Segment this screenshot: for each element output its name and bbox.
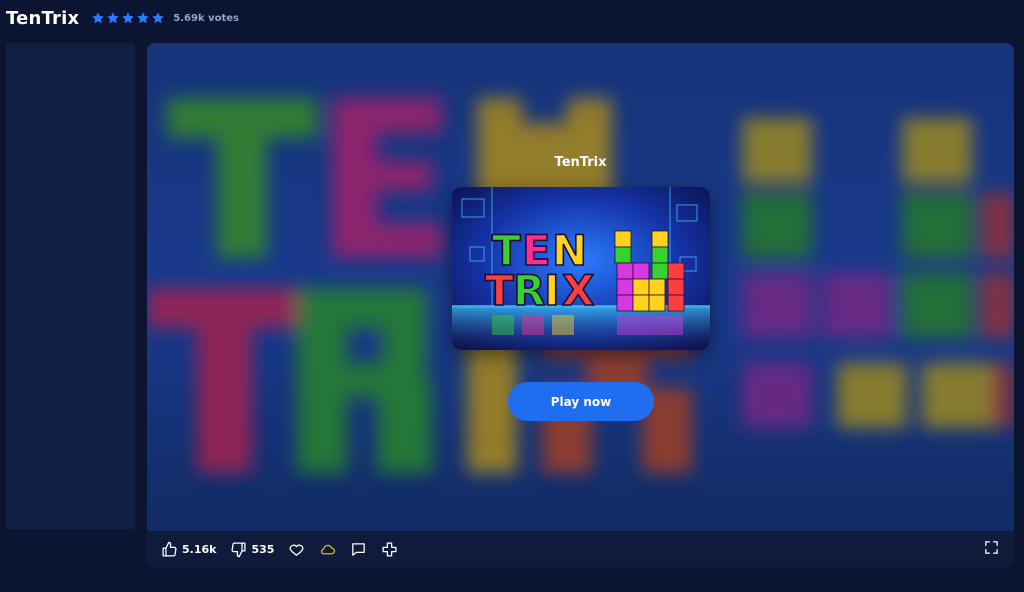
thumbs-up-icon <box>162 541 177 557</box>
svg-text:R: R <box>513 266 545 315</box>
comments-button[interactable] <box>350 541 367 558</box>
cloud-save-button[interactable] <box>319 541 336 558</box>
bottom-strip <box>147 587 1014 592</box>
cloud-icon <box>321 544 336 554</box>
star-icon[interactable] <box>121 11 135 25</box>
star-icon[interactable] <box>151 11 165 25</box>
like-count: 5.16k <box>182 542 217 556</box>
like-button[interactable]: 5.16k <box>161 541 216 558</box>
fullscreen-icon <box>985 540 998 554</box>
star-icon[interactable] <box>91 11 105 25</box>
thumbs-down-icon <box>231 541 246 557</box>
game-name-label: TenTrix <box>554 155 607 170</box>
play-now-button[interactable]: Play now <box>508 382 654 421</box>
dislike-count: 535 <box>251 542 275 556</box>
favorite-button[interactable] <box>288 541 305 558</box>
game-player[interactable]: TenTrix T E N T R I X Play now <box>147 43 1014 531</box>
star-icon[interactable] <box>106 11 120 25</box>
sidebar-panel <box>6 43 135 529</box>
plus-icon <box>382 541 397 557</box>
star-icon[interactable] <box>136 11 150 25</box>
game-toolbar: 5.16k 535 <box>147 531 1014 567</box>
svg-text:I: I <box>544 266 560 315</box>
game-thumbnail[interactable]: T E N T R I X <box>452 187 710 350</box>
heart-icon <box>289 544 304 556</box>
dislike-button[interactable]: 535 <box>230 541 274 558</box>
add-button[interactable] <box>381 541 398 558</box>
vote-count: 5.69k votes <box>173 12 239 24</box>
fullscreen-button[interactable] <box>983 539 1000 560</box>
svg-text:X: X <box>562 266 594 315</box>
svg-text:T: T <box>485 266 514 315</box>
game-title: TenTrix <box>6 7 80 29</box>
rating-stars[interactable] <box>91 11 165 25</box>
comment-icon <box>352 542 366 556</box>
game-header: TenTrix 5.69k votes <box>0 0 1024 36</box>
